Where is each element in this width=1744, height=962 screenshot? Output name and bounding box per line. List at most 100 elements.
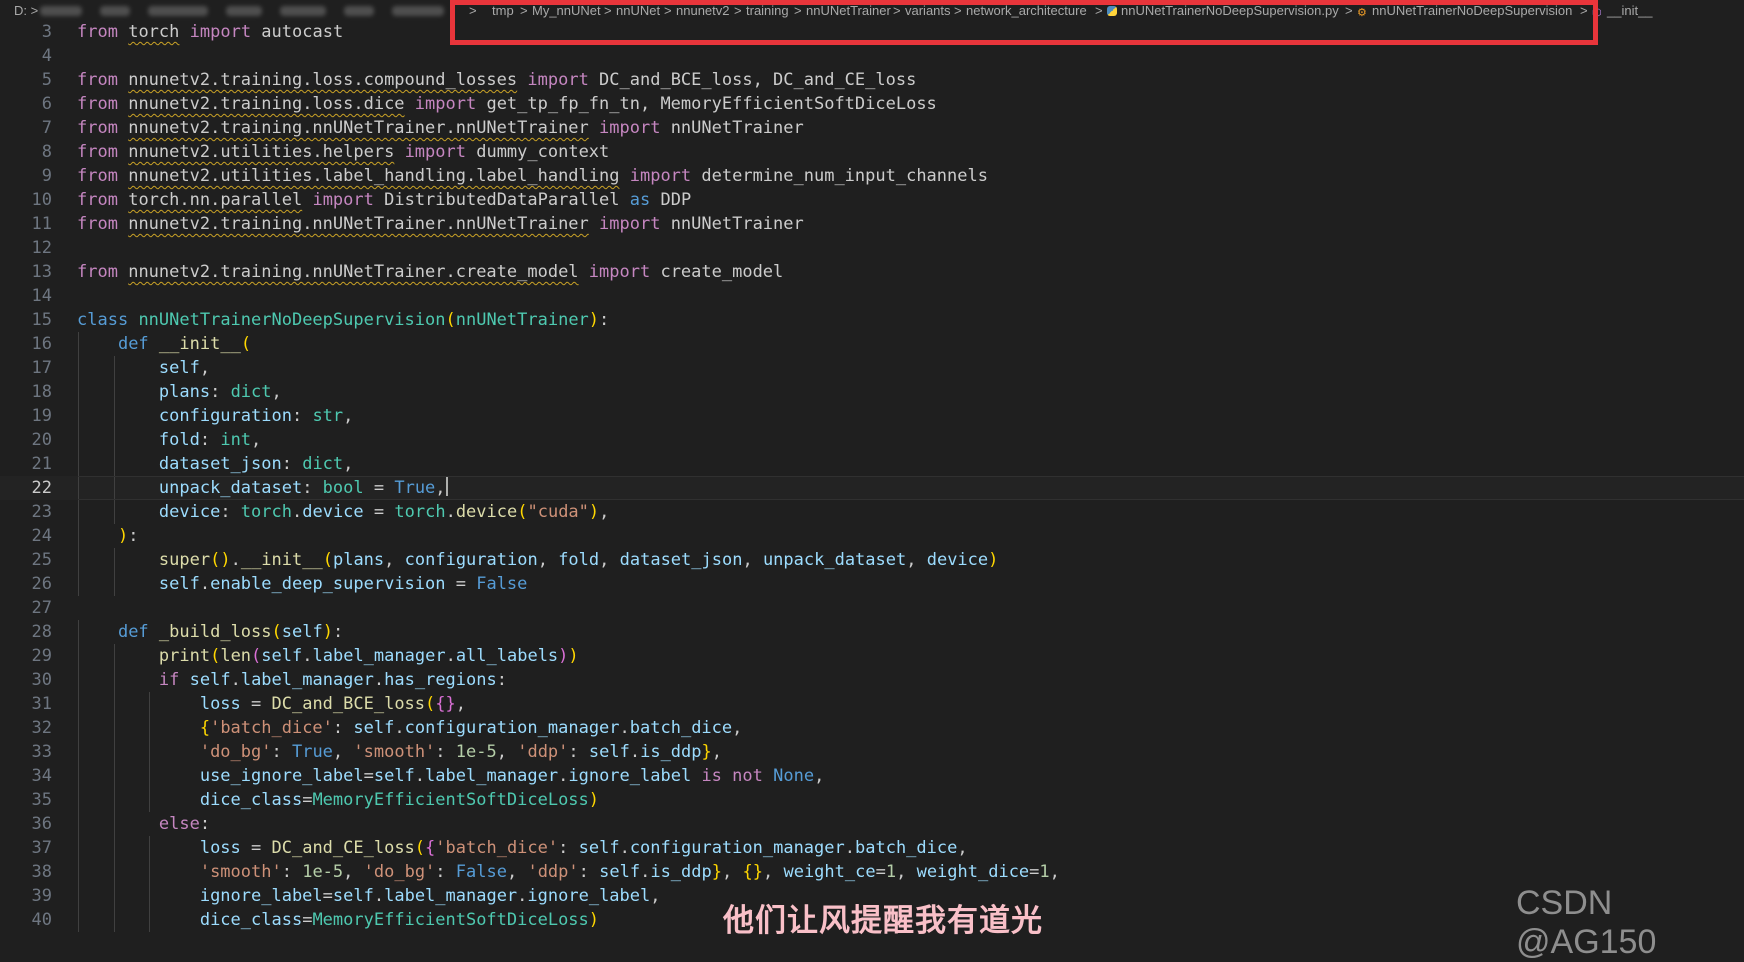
line-number[interactable]: 25 bbox=[0, 548, 52, 572]
code-line[interactable]: 18 plans: dict, bbox=[0, 380, 1744, 404]
code-text[interactable]: from nnunetv2.training.nnUNetTrainer.cre… bbox=[77, 260, 783, 284]
line-number[interactable]: 24 bbox=[0, 524, 52, 548]
line-number[interactable]: 5 bbox=[0, 68, 52, 92]
line-number[interactable]: 40 bbox=[0, 908, 52, 932]
code-text[interactable]: dice_class=MemoryEfficientSoftDiceLoss) bbox=[77, 788, 599, 812]
code-line[interactable]: 17 self, bbox=[0, 356, 1744, 380]
breadcrumb-item-nnunettrainer[interactable]: nnUNetTrainer bbox=[806, 3, 891, 18]
code-text[interactable]: self.enable_deep_supervision = False bbox=[77, 572, 528, 596]
code-line[interactable]: 30 if self.label_manager.has_regions: bbox=[0, 668, 1744, 692]
code-line[interactable]: 32 {'batch_dice': self.configuration_man… bbox=[0, 716, 1744, 740]
code-line[interactable]: 13 from nnunetv2.training.nnUNetTrainer.c… bbox=[0, 260, 1744, 284]
breadcrumb-item-variants[interactable]: variants bbox=[905, 3, 951, 18]
line-number[interactable]: 32 bbox=[0, 716, 52, 740]
code-line[interactable]: 6 from nnunetv2.training.loss.dice import… bbox=[0, 92, 1744, 116]
line-number[interactable]: 17 bbox=[0, 356, 52, 380]
code-line[interactable]: 31 loss = DC_and_BCE_loss({}, bbox=[0, 692, 1744, 716]
code-line[interactable]: 19 configuration: str, bbox=[0, 404, 1744, 428]
line-number[interactable]: 26 bbox=[0, 572, 52, 596]
breadcrumb-method[interactable]: ⬡ __init__ bbox=[1592, 3, 1653, 19]
code-line[interactable]: 12 bbox=[0, 236, 1744, 260]
line-number[interactable]: 31 bbox=[0, 692, 52, 716]
code-text[interactable]: device: torch.device = torch.device("cud… bbox=[77, 500, 610, 524]
code-line[interactable]: 8 from nnunetv2.utilities.helpers import … bbox=[0, 140, 1744, 164]
code-text[interactable]: {'batch_dice': self.configuration_manage… bbox=[77, 716, 743, 740]
code-text[interactable]: from nnunetv2.utilities.helpers import d… bbox=[77, 140, 609, 164]
code-line[interactable]: 14 bbox=[0, 284, 1744, 308]
code-text[interactable]: use_ignore_label=self.label_manager.igno… bbox=[77, 764, 825, 788]
line-number[interactable]: 21 bbox=[0, 452, 52, 476]
code-text[interactable]: def _build_loss(self): bbox=[77, 620, 343, 644]
line-number[interactable]: 4 bbox=[0, 44, 52, 68]
line-number[interactable]: 38 bbox=[0, 860, 52, 884]
code-text[interactable]: print(len(self.label_manager.all_labels)… bbox=[77, 644, 579, 668]
breadcrumb-item-training[interactable]: training bbox=[746, 3, 789, 18]
code-text[interactable]: else: bbox=[77, 812, 210, 836]
code-text[interactable]: from torch import autocast bbox=[77, 20, 343, 44]
code-text[interactable]: from nnunetv2.utilities.label_handling.l… bbox=[77, 164, 988, 188]
code-editor[interactable]: 3 from torch import autocast 4 5 from nnunet… bbox=[0, 20, 1744, 932]
line-number[interactable]: 35 bbox=[0, 788, 52, 812]
code-line[interactable]: 25 super().__init__(plans, configuration… bbox=[0, 548, 1744, 572]
code-text[interactable]: ): bbox=[77, 524, 139, 548]
code-line[interactable]: 28 def _build_loss(self): bbox=[0, 620, 1744, 644]
code-line[interactable]: 11 from nnunetv2.training.nnUNetTrainer.n… bbox=[0, 212, 1744, 236]
code-line[interactable]: 29 print(len(self.label_manager.all_labe… bbox=[0, 644, 1744, 668]
code-line[interactable]: 21 dataset_json: dict, bbox=[0, 452, 1744, 476]
breadcrumb-class[interactable]: ⚙ nnUNetTrainerNoDeepSupervision bbox=[1357, 3, 1572, 19]
line-number[interactable]: 16 bbox=[0, 332, 52, 356]
code-text[interactable]: def __init__( bbox=[77, 332, 251, 356]
line-number[interactable]: 8 bbox=[0, 140, 52, 164]
line-number[interactable]: 20 bbox=[0, 428, 52, 452]
code-text[interactable]: super().__init__(plans, configuration, f… bbox=[77, 548, 999, 572]
code-text[interactable]: ignore_label=self.label_manager.ignore_l… bbox=[77, 884, 661, 908]
line-number[interactable]: 15 bbox=[0, 308, 52, 332]
code-text[interactable]: class nnUNetTrainerNoDeepSupervision(nnU… bbox=[77, 308, 609, 332]
code-line[interactable]: 24 ): bbox=[0, 524, 1744, 548]
code-line[interactable]: 35 dice_class=MemoryEfficientSoftDiceLos… bbox=[0, 788, 1744, 812]
code-text[interactable]: plans: dict, bbox=[77, 380, 282, 404]
line-number[interactable]: 10 bbox=[0, 188, 52, 212]
line-number[interactable]: 34 bbox=[0, 764, 52, 788]
code-text[interactable]: from nnunetv2.training.loss.compound_los… bbox=[77, 68, 916, 92]
line-number[interactable]: 22 bbox=[0, 476, 52, 500]
line-number[interactable]: 12 bbox=[0, 236, 52, 260]
line-number[interactable]: 33 bbox=[0, 740, 52, 764]
breadcrumb-item-network-architecture[interactable]: network_architecture bbox=[966, 3, 1087, 18]
code-line[interactable]: 16 def __init__( bbox=[0, 332, 1744, 356]
code-text[interactable]: from nnunetv2.training.loss.dice import … bbox=[77, 92, 937, 116]
code-text[interactable]: configuration: str, bbox=[77, 404, 354, 428]
code-text[interactable]: self, bbox=[77, 356, 210, 380]
code-line[interactable]: 36 else: bbox=[0, 812, 1744, 836]
code-line[interactable]: 26 self.enable_deep_supervision = False bbox=[0, 572, 1744, 596]
code-line[interactable]: 34 use_ignore_label=self.label_manager.i… bbox=[0, 764, 1744, 788]
line-number[interactable]: 9 bbox=[0, 164, 52, 188]
code-text[interactable]: from torch.nn.parallel import Distribute… bbox=[77, 188, 691, 212]
breadcrumb-drive[interactable]: D: > bbox=[14, 3, 38, 18]
code-text[interactable]: fold: int, bbox=[77, 428, 261, 452]
code-line[interactable]: 9 from nnunetv2.utilities.label_handling.… bbox=[0, 164, 1744, 188]
line-number[interactable]: 19 bbox=[0, 404, 52, 428]
code-text[interactable]: from nnunetv2.training.nnUNetTrainer.nnU… bbox=[77, 212, 804, 236]
code-line[interactable]: 27 bbox=[0, 596, 1744, 620]
line-number[interactable]: 6 bbox=[0, 92, 52, 116]
code-line[interactable]: 33 'do_bg': True, 'smooth': 1e-5, 'ddp':… bbox=[0, 740, 1744, 764]
code-line[interactable]: 38 'smooth': 1e-5, 'do_bg': False, 'ddp'… bbox=[0, 860, 1744, 884]
line-number[interactable]: 27 bbox=[0, 596, 52, 620]
code-line[interactable]: 22 unpack_dataset: bool = True, bbox=[0, 476, 1744, 500]
code-text[interactable]: 'do_bg': True, 'smooth': 1e-5, 'ddp': se… bbox=[77, 740, 722, 764]
line-number[interactable]: 23 bbox=[0, 500, 52, 524]
line-number[interactable]: 14 bbox=[0, 284, 52, 308]
code-text[interactable]: loss = DC_and_CE_loss({'batch_dice': sel… bbox=[77, 836, 968, 860]
line-number[interactable]: 28 bbox=[0, 620, 52, 644]
code-text[interactable]: dataset_json: dict, bbox=[77, 452, 354, 476]
code-text[interactable]: unpack_dataset: bool = True, bbox=[77, 476, 448, 500]
breadcrumb-item-tmp[interactable]: tmp bbox=[492, 3, 514, 18]
line-number[interactable]: 37 bbox=[0, 836, 52, 860]
code-line[interactable]: 3 from torch import autocast bbox=[0, 20, 1744, 44]
code-text[interactable]: 'smooth': 1e-5, 'do_bg': False, 'ddp': s… bbox=[77, 860, 1060, 884]
line-number[interactable]: 39 bbox=[0, 884, 52, 908]
line-number[interactable]: 3 bbox=[0, 20, 52, 44]
code-text[interactable]: loss = DC_and_BCE_loss({}, bbox=[77, 692, 466, 716]
code-line[interactable]: 37 loss = DC_and_CE_loss({'batch_dice': … bbox=[0, 836, 1744, 860]
